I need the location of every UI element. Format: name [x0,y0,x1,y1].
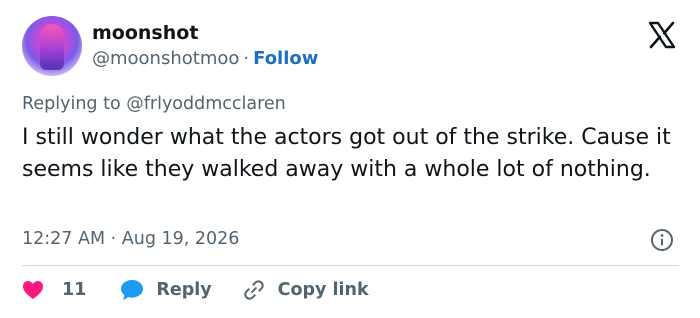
reply-bubble-icon [120,279,144,301]
like-button[interactable]: 11 [22,280,86,300]
like-count: 11 [62,280,87,300]
copy-link-label: Copy link [277,280,369,300]
tweet-timestamp[interactable]: 12:27 AM · Aug 19, 2026 [22,229,239,249]
separator-dot: · [243,48,250,69]
author-handle-line: @moonshotmoo · Follow [92,48,318,69]
divider [22,265,679,266]
info-icon[interactable] [650,228,674,252]
follow-button[interactable]: Follow [253,48,318,69]
author-handle[interactable]: @moonshotmoo [92,48,239,69]
replying-to-text: Replying to @frlyoddmcclaren [22,94,286,114]
x-logo-icon[interactable] [647,20,677,50]
reply-button[interactable]: Reply [120,279,212,301]
copy-link-button[interactable]: Copy link [242,278,369,302]
heart-icon [22,280,44,300]
author-display-name[interactable]: moonshot [92,22,198,44]
reply-label: Reply [156,280,212,300]
avatar[interactable] [22,16,82,76]
link-icon [242,278,266,302]
tweet-body: I still wonder what the actors got out o… [22,125,671,182]
action-bar: 11 Reply Copy link [22,277,369,303]
